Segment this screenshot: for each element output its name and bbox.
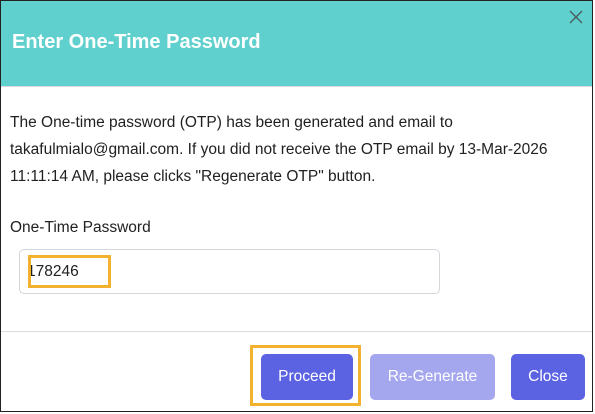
otp-message: The One-time password (OTP) has been gen… <box>10 114 548 185</box>
otp-dialog: Enter One-Time Password The One-time pas… <box>0 0 593 412</box>
close-button[interactable]: Close <box>511 354 585 400</box>
otp-input[interactable] <box>19 249 440 294</box>
footer-divider <box>1 331 592 332</box>
dialog-header: Enter One-Time Password <box>1 1 592 86</box>
header-divider <box>1 86 592 87</box>
proceed-button[interactable]: Proceed <box>261 354 353 400</box>
dialog-title: Enter One-Time Password <box>12 31 261 53</box>
regenerate-button[interactable]: Re-Generate <box>370 354 495 400</box>
close-icon[interactable] <box>564 5 588 29</box>
otp-label: One-Time Password <box>10 219 151 236</box>
